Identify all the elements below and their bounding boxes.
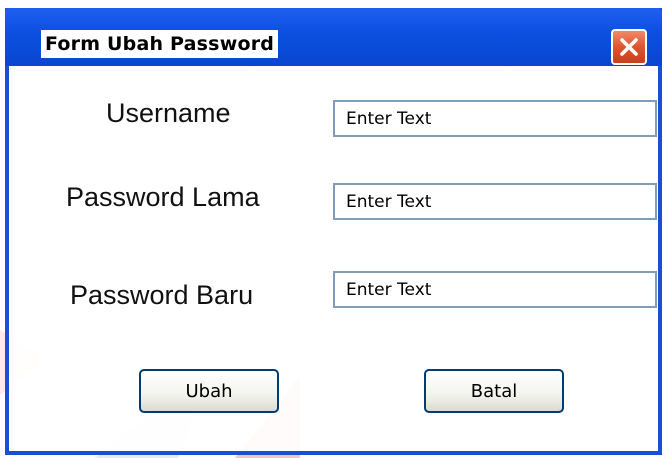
ubah-button[interactable]: Ubah — [139, 369, 279, 413]
screen: Form Ubah Password Username Password Lam… — [0, 0, 669, 458]
new-password-field[interactable] — [333, 271, 657, 308]
username-field[interactable] — [333, 100, 657, 137]
window-title: Form Ubah Password — [41, 30, 279, 58]
old-password-label: Password Lama — [66, 182, 260, 212]
close-icon — [620, 38, 638, 56]
new-password-label: Password Baru — [70, 280, 254, 310]
old-password-field[interactable] — [333, 183, 657, 220]
title-bar[interactable]: Form Ubah Password — [5, 8, 662, 66]
close-button[interactable] — [611, 29, 647, 65]
username-label: Username — [106, 98, 231, 128]
batal-button[interactable]: Batal — [424, 369, 564, 413]
